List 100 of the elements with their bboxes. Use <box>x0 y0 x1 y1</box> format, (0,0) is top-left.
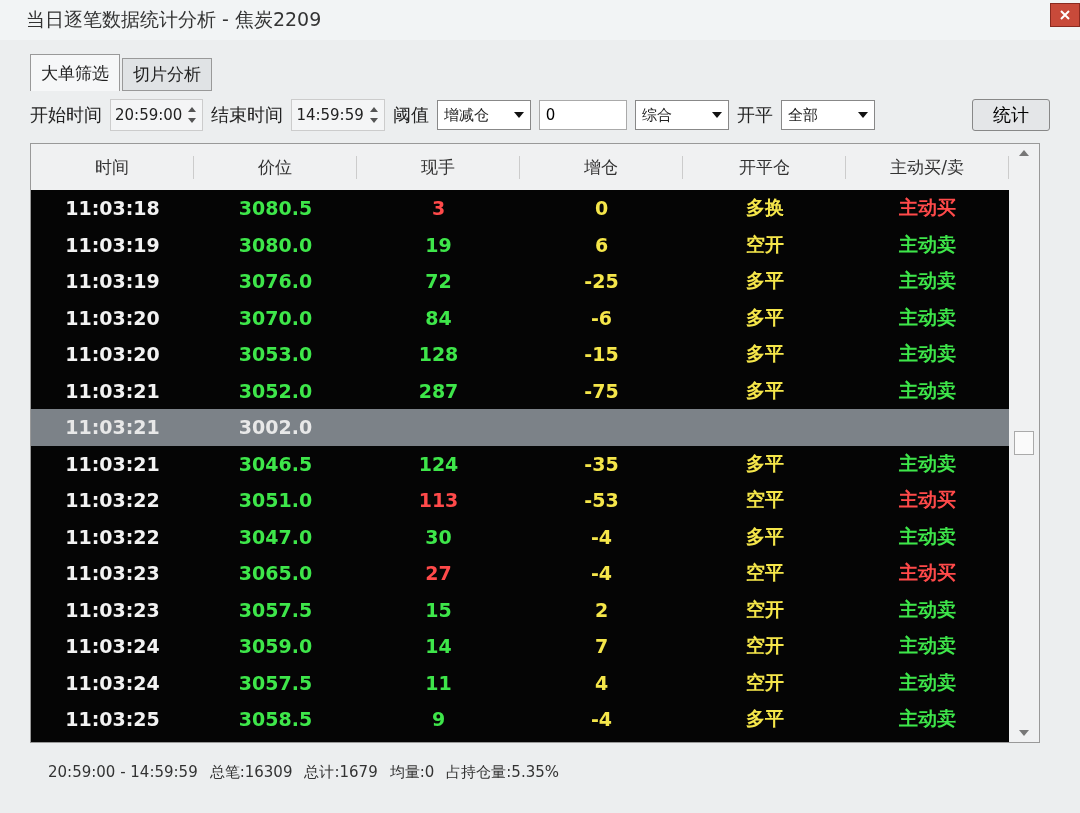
volume-cell-text: 128 <box>417 343 460 366</box>
price-cell-text: 3065.0 <box>237 562 314 585</box>
column-header[interactable]: 开平仓 <box>683 155 846 179</box>
table-row[interactable]: 11:03:22 3047.0 30 -4 多平 主动卖 <box>31 518 1009 555</box>
direction-cell-text: 主动卖 <box>898 304 957 330</box>
change-cell-text: 2 <box>593 598 610 621</box>
status-text: 总笔:16309 <box>209 763 293 782</box>
window-title: 当日逐笔数据统计分析 - 焦炭2209 <box>26 7 322 32</box>
volume-cell-text: 287 <box>417 379 460 402</box>
table-row[interactable]: 11:03:19 3080.0 19 6 空开 主动卖 <box>31 226 1009 263</box>
table-row[interactable]: 11:03:19 3076.0 72 -25 多平 主动卖 <box>31 263 1009 300</box>
volume-cell-text: 3 <box>430 197 447 220</box>
scroll-up-icon[interactable] <box>1019 150 1029 156</box>
change-cell-text: 4 <box>593 671 610 694</box>
volume-cell-text: 84 <box>424 306 453 329</box>
column-header[interactable]: 增仓 <box>520 155 683 179</box>
scrollbar-thumb[interactable] <box>1014 431 1034 455</box>
close-button[interactable] <box>1050 3 1080 27</box>
table-row[interactable]: 11:03:25 3058.5 9 -4 多平 主动卖 <box>31 701 1009 738</box>
status-text: 20:59:00 - 14:59:59 <box>48 763 198 782</box>
time-cell-text: 11:03:21 <box>64 452 161 475</box>
price-cell-text: 3070.0 <box>237 306 314 329</box>
time-cell-text: 11:03:23 <box>64 598 161 621</box>
position-type-cell-text: 空开 <box>744 596 785 622</box>
direction-cell-text: 主动买 <box>898 560 957 586</box>
change-cell-text: -75 <box>583 379 620 402</box>
table-row[interactable]: 11:03:18 3080.5 3 0 多换 主动买 <box>31 190 1009 227</box>
threshold-input[interactable]: 0 <box>538 100 627 130</box>
position-type-cell-text: 多平 <box>744 523 785 549</box>
direction-cell-text: 主动卖 <box>898 669 957 695</box>
price-cell-text: 3051.0 <box>237 489 314 512</box>
price-cell-text: 3047.0 <box>237 525 314 548</box>
column-header[interactable]: 时间 <box>31 155 194 179</box>
time-cell-text: 11:03:19 <box>64 270 161 293</box>
change-cell-text: 6 <box>593 233 610 256</box>
time-cell-text: 11:03:21 <box>64 379 161 402</box>
table-row[interactable]: 11:03:24 3059.0 14 7 空开 主动卖 <box>31 628 1009 665</box>
direction-cell-text: 主动卖 <box>898 341 957 367</box>
change-cell-text: -6 <box>589 306 614 329</box>
volume-cell-text: 15 <box>424 598 453 621</box>
close-icon <box>1060 10 1070 20</box>
column-header[interactable]: 现手 <box>357 155 520 179</box>
volume-cell-text: 11 <box>424 671 453 694</box>
tab[interactable]: 大单筛选 <box>30 54 120 91</box>
statistics-button[interactable]: 统计 <box>972 99 1050 131</box>
time-cell-text: 11:03:19 <box>64 233 161 256</box>
table-row[interactable]: 11:03:23 3057.5 15 2 空开 主动卖 <box>31 591 1009 628</box>
position-type-cell-text: 空开 <box>744 633 785 659</box>
direction-cell-text: 主动卖 <box>898 450 957 476</box>
direction-cell-text: 主动卖 <box>898 231 957 257</box>
position-type-cell-text: 多平 <box>744 341 785 367</box>
position-type-cell-text: 多换 <box>744 195 785 221</box>
volume-cell-text: 113 <box>417 489 460 512</box>
price-cell-text: 3057.5 <box>237 671 314 694</box>
time-cell-text: 11:03:20 <box>64 306 161 329</box>
direction-cell-text: 主动买 <box>898 487 957 513</box>
table-row[interactable]: 11:03:21 3052.0 287 -75 多平 主动卖 <box>31 372 1009 409</box>
position-type-cell-text: 多平 <box>744 268 785 294</box>
position-type-cell-text: 多平 <box>744 304 785 330</box>
time-cell-text: 11:03:18 <box>64 197 161 220</box>
scrollbar[interactable] <box>1009 144 1039 742</box>
position-type-cell-text: 多平 <box>744 706 785 732</box>
price-cell-text: 3002.0 <box>237 416 314 439</box>
threshold-label: 阈值 <box>392 103 429 127</box>
table-row[interactable]: 11:03:21 3046.5 124 -35 多平 主动卖 <box>31 445 1009 482</box>
time-cell-text: 11:03:24 <box>64 671 161 694</box>
time-cell-text: 11:03:21 <box>64 416 161 439</box>
position-type-cell-text: 空开 <box>744 669 785 695</box>
tab[interactable]: 切片分析 <box>122 58 212 91</box>
direction-cell-text: 主动卖 <box>898 596 957 622</box>
change-cell-text: -25 <box>583 270 620 293</box>
position-type-cell-text: 空开 <box>744 231 785 257</box>
threshold-dropdown[interactable]: 增减仓 <box>436 100 531 130</box>
change-cell-text: -35 <box>583 452 620 475</box>
volume-cell-text: 30 <box>424 525 453 548</box>
mode-dropdown[interactable]: 综合 <box>634 100 729 130</box>
open-close-dropdown[interactable]: 全部 <box>780 100 875 130</box>
volume-cell-text: 27 <box>424 562 453 585</box>
price-cell-text: 3080.5 <box>237 197 314 220</box>
table-row[interactable]: 11:03:24 3057.5 11 4 空开 主动卖 <box>31 664 1009 701</box>
column-header[interactable]: 价位 <box>194 155 357 179</box>
position-type-cell-text: 空平 <box>744 560 785 586</box>
table-row[interactable]: 11:03:22 3051.0 113 -53 空平 主动买 <box>31 482 1009 519</box>
table-row[interactable]: 11:03:23 3065.0 27 -4 空平 主动买 <box>31 555 1009 592</box>
change-cell-text: -15 <box>583 343 620 366</box>
direction-cell-text: 主动卖 <box>898 706 957 732</box>
start-time-field[interactable]: 20:59:00 <box>110 99 204 131</box>
change-cell-text: -53 <box>583 489 620 512</box>
time-cell-text: 11:03:22 <box>64 525 161 548</box>
scroll-down-icon[interactable] <box>1019 730 1029 736</box>
time-cell-text: 11:03:24 <box>64 635 161 658</box>
end-time-field[interactable]: 14:59:59 <box>291 99 385 131</box>
price-cell-text: 3059.0 <box>237 635 314 658</box>
dropdown-caret-icon <box>711 112 722 118</box>
direction-cell-text: 主动卖 <box>898 268 957 294</box>
direction-cell-text: 主动买 <box>898 195 957 221</box>
table-row[interactable]: 11:03:20 3070.0 84 -6 多平 主动卖 <box>31 299 1009 336</box>
table-row[interactable]: 11:03:20 3053.0 128 -15 多平 主动卖 <box>31 336 1009 373</box>
price-cell-text: 3052.0 <box>237 379 314 402</box>
status-text: 占持仓量:5.35% <box>446 763 560 782</box>
